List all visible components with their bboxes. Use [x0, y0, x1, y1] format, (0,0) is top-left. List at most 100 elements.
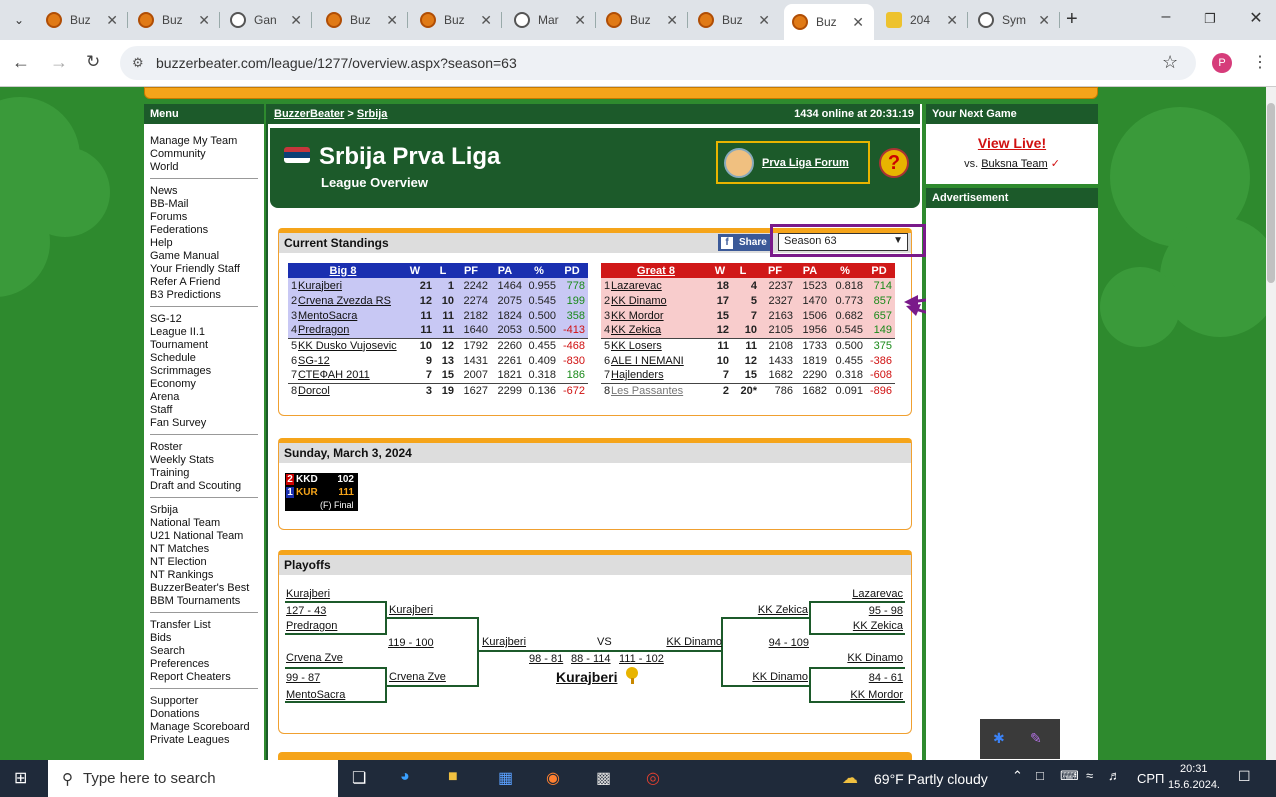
- browser-menu-icon[interactable]: ⋮: [1252, 52, 1268, 72]
- menu-link[interactable]: Manage My Team: [144, 135, 264, 148]
- close-tab-icon[interactable]: ✕: [946, 12, 958, 29]
- bracket-right-qf1-bottom[interactable]: KK Zekica: [853, 620, 903, 632]
- facebook-share-button[interactable]: f Share: [718, 234, 772, 251]
- menu-link[interactable]: Fan Survey: [144, 417, 264, 430]
- final-left-team[interactable]: Kurajberi: [482, 636, 526, 648]
- menu-link[interactable]: Arena: [144, 391, 264, 404]
- menu-link[interactable]: BuzzerBeater's Best: [144, 582, 264, 595]
- menu-link[interactable]: Your Friendly Staff: [144, 263, 264, 276]
- notification-icon[interactable]: ☐: [1238, 768, 1251, 785]
- menu-link[interactable]: Srbija: [144, 504, 264, 517]
- browser-tab[interactable]: Sym ✕: [970, 6, 1060, 34]
- conference-link[interactable]: Big 8: [330, 265, 357, 277]
- final-right-team[interactable]: KK Dinamo: [666, 636, 722, 648]
- menu-link[interactable]: Refer A Friend: [144, 276, 264, 289]
- menu-link[interactable]: Transfer List: [144, 619, 264, 632]
- browser-tab[interactable]: Mar ✕: [506, 6, 596, 34]
- browser-tab[interactable]: Buz ✕: [318, 6, 408, 34]
- bracket-left-qf1-top[interactable]: Kurajberi: [286, 588, 330, 600]
- browser-tab[interactable]: 204 ✕: [878, 6, 968, 34]
- team-link[interactable]: MentoSacra: [298, 310, 357, 322]
- close-tab-icon[interactable]: ✕: [574, 12, 586, 29]
- bracket-right-qf2-score[interactable]: 84 - 61: [869, 672, 903, 684]
- close-tab-icon[interactable]: ✕: [852, 14, 864, 31]
- task-view-icon[interactable]: ❏: [352, 768, 366, 788]
- bluetooth-icon[interactable]: ✱: [993, 730, 1005, 747]
- menu-link[interactable]: Search: [144, 645, 264, 658]
- bookmark-star-icon[interactable]: ☆: [1162, 52, 1178, 73]
- next-opponent-link[interactable]: Buksna Team: [981, 158, 1047, 170]
- url-field[interactable]: ⚙ buzzerbeater.com/league/1277/overview.…: [120, 46, 1196, 80]
- conference-link[interactable]: Great 8: [637, 265, 675, 277]
- bracket-left-qf1-score[interactable]: 127 - 43: [286, 605, 326, 617]
- bracket-right-qf1-score[interactable]: 95 - 98: [869, 605, 903, 617]
- team-link[interactable]: KK Losers: [611, 340, 662, 352]
- browser-tab[interactable]: Buz ✕: [784, 4, 874, 40]
- breadcrumb-root-link[interactable]: BuzzerBeater: [274, 108, 344, 120]
- clock-date[interactable]: 15.6.2024.: [1168, 779, 1220, 791]
- game-scorecard[interactable]: 2 KKD 102 1 KUR 111 (F) Final: [285, 473, 358, 511]
- team-link[interactable]: СТЕФАН 2011: [298, 369, 370, 381]
- team-link[interactable]: Crvena Zvezda RS: [298, 295, 391, 307]
- bracket-right-qf2-top[interactable]: KK Dinamo: [847, 652, 903, 664]
- menu-link[interactable]: NT Election: [144, 556, 264, 569]
- bracket-right-sf-top[interactable]: KK Zekica: [758, 604, 808, 616]
- tab-search-button[interactable]: ⌄: [6, 8, 32, 32]
- view-live-link[interactable]: View Live!: [978, 135, 1046, 151]
- team-link[interactable]: Dorcol: [298, 385, 330, 397]
- firefox-icon[interactable]: ◉: [546, 768, 560, 788]
- minimize-button[interactable]: –: [1146, 8, 1186, 26]
- menu-link[interactable]: Report Cheaters: [144, 671, 264, 684]
- bracket-left-qf2-top[interactable]: Crvena Zve: [286, 652, 343, 664]
- keyboard-icon[interactable]: ⌨: [1060, 768, 1079, 784]
- close-tab-icon[interactable]: ✕: [480, 12, 492, 29]
- team-link[interactable]: KK Mordor: [611, 310, 664, 322]
- menu-link[interactable]: NT Matches: [144, 543, 264, 556]
- device-icon[interactable]: □: [1036, 768, 1044, 783]
- browser-tab[interactable]: Buz ✕: [598, 6, 688, 34]
- menu-link[interactable]: World: [144, 161, 264, 174]
- reload-icon[interactable]: ↻: [86, 52, 100, 72]
- menu-link[interactable]: Supporter: [144, 695, 264, 708]
- menu-link[interactable]: U21 National Team: [144, 530, 264, 543]
- league-forum-link[interactable]: Prva Liga Forum: [762, 157, 849, 169]
- weather-text[interactable]: 69°F Partly cloudy: [874, 771, 988, 787]
- restore-button[interactable]: ❐: [1190, 11, 1230, 27]
- team-link[interactable]: Les Passantes: [611, 385, 683, 397]
- team-link[interactable]: Hajlenders: [611, 369, 664, 381]
- menu-link[interactable]: Draft and Scouting: [144, 480, 264, 493]
- close-tab-icon[interactable]: ✕: [290, 12, 302, 29]
- menu-link[interactable]: Game Manual: [144, 250, 264, 263]
- bracket-left-qf2-bottom[interactable]: MentoSacra: [286, 689, 345, 701]
- menu-link[interactable]: Training: [144, 467, 264, 480]
- bracket-right-sf-score[interactable]: 94 - 109: [769, 637, 809, 649]
- weather-icon[interactable]: ☁: [842, 768, 858, 788]
- menu-link[interactable]: BBM Tournaments: [144, 595, 264, 608]
- back-icon[interactable]: ←: [12, 52, 30, 73]
- menu-link[interactable]: Preferences: [144, 658, 264, 671]
- menu-link[interactable]: News: [144, 185, 264, 198]
- team-link[interactable]: KK Zekica: [611, 324, 661, 336]
- scrollbar-thumb[interactable]: [1267, 103, 1275, 283]
- help-icon[interactable]: ?: [879, 148, 909, 178]
- final-game3-score[interactable]: 111 - 102: [619, 653, 664, 665]
- close-tab-icon[interactable]: ✕: [106, 12, 118, 29]
- clock-time[interactable]: 20:31: [1180, 763, 1208, 775]
- team-link[interactable]: Lazarevac: [611, 280, 662, 292]
- menu-link[interactable]: National Team: [144, 517, 264, 530]
- team-link[interactable]: SG-12: [298, 355, 330, 367]
- bracket-right-qf1-top[interactable]: Lazarevac: [852, 588, 903, 600]
- edge-icon[interactable]: ◕: [400, 768, 410, 786]
- bracket-right-sf-bottom[interactable]: KK Dinamo: [752, 671, 808, 683]
- menu-link[interactable]: NT Rankings: [144, 569, 264, 582]
- bracket-right-qf2-bottom[interactable]: KK Mordor: [850, 689, 903, 701]
- close-window-button[interactable]: ✕: [1236, 8, 1276, 28]
- team-link[interactable]: KK Dusko Vujosevic: [298, 340, 397, 352]
- team-link[interactable]: Kurajberi: [298, 280, 342, 292]
- breadcrumb-current-link[interactable]: Srbija: [357, 108, 388, 120]
- menu-link[interactable]: Community: [144, 148, 264, 161]
- browser-tab[interactable]: Buz ✕: [690, 6, 780, 34]
- chrome-icon[interactable]: ◎: [646, 768, 660, 788]
- browser-tab[interactable]: Buz ✕: [412, 6, 502, 34]
- team-link[interactable]: Predragon: [298, 324, 349, 336]
